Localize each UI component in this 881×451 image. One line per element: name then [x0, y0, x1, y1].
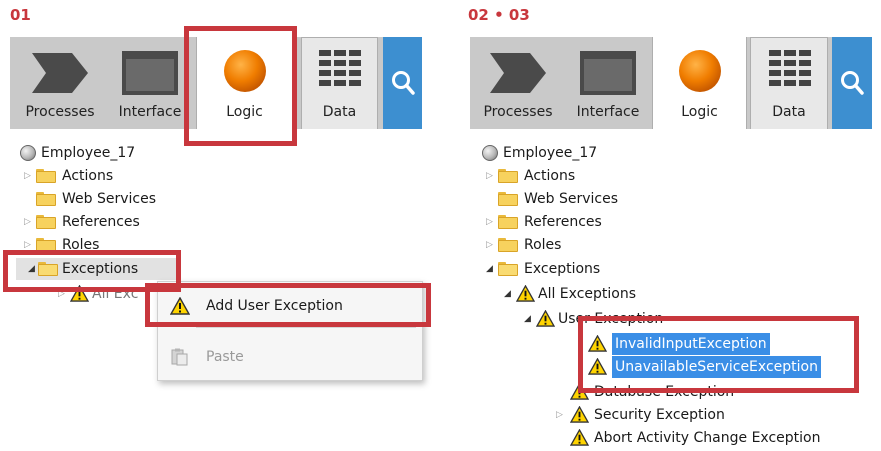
expand-arrow-icon[interactable]: ▷	[486, 165, 493, 187]
expand-arrow-icon[interactable]: ▷	[486, 211, 493, 233]
tree-item-label: Web Services	[524, 191, 619, 207]
folder-icon	[498, 169, 518, 183]
highlight-box-logic-tab	[184, 26, 297, 146]
menu-item-label: Paste	[206, 349, 244, 365]
open-folder-icon	[498, 262, 518, 276]
tree-item-label: Actions	[524, 168, 576, 184]
folder-icon	[498, 192, 518, 206]
highlight-box-add-user-exception	[145, 283, 431, 327]
warning-icon	[570, 429, 589, 446]
tree-item-label: Security Exception	[594, 407, 725, 423]
tree-item-label: Exceptions	[524, 261, 601, 277]
expand-arrow-icon[interactable]: ▷	[556, 404, 563, 426]
collapse-arrow-icon[interactable]: ◢	[524, 308, 531, 330]
tree-item-label: Abort Activity Change Exception	[594, 430, 821, 446]
expand-arrow-icon[interactable]: ▷	[486, 234, 493, 256]
warning-icon	[536, 310, 555, 327]
clipboard-icon	[171, 348, 188, 366]
menu-separator	[196, 327, 416, 328]
folder-icon	[498, 215, 518, 229]
tree-item-label: Roles	[524, 237, 562, 253]
warning-icon	[516, 285, 535, 302]
tree-item-label: All Exceptions	[538, 286, 636, 302]
tree-item-label: References	[524, 214, 602, 230]
folder-icon	[498, 238, 518, 252]
highlight-box-new-exceptions	[578, 316, 859, 393]
collapse-arrow-icon[interactable]: ◢	[504, 283, 511, 305]
module-globe-icon	[482, 145, 498, 161]
collapse-arrow-icon[interactable]: ◢	[486, 258, 493, 280]
menu-item-paste[interactable]: Paste	[158, 342, 422, 372]
tree-root-label: Employee_17	[503, 145, 598, 161]
warning-icon	[570, 406, 589, 423]
